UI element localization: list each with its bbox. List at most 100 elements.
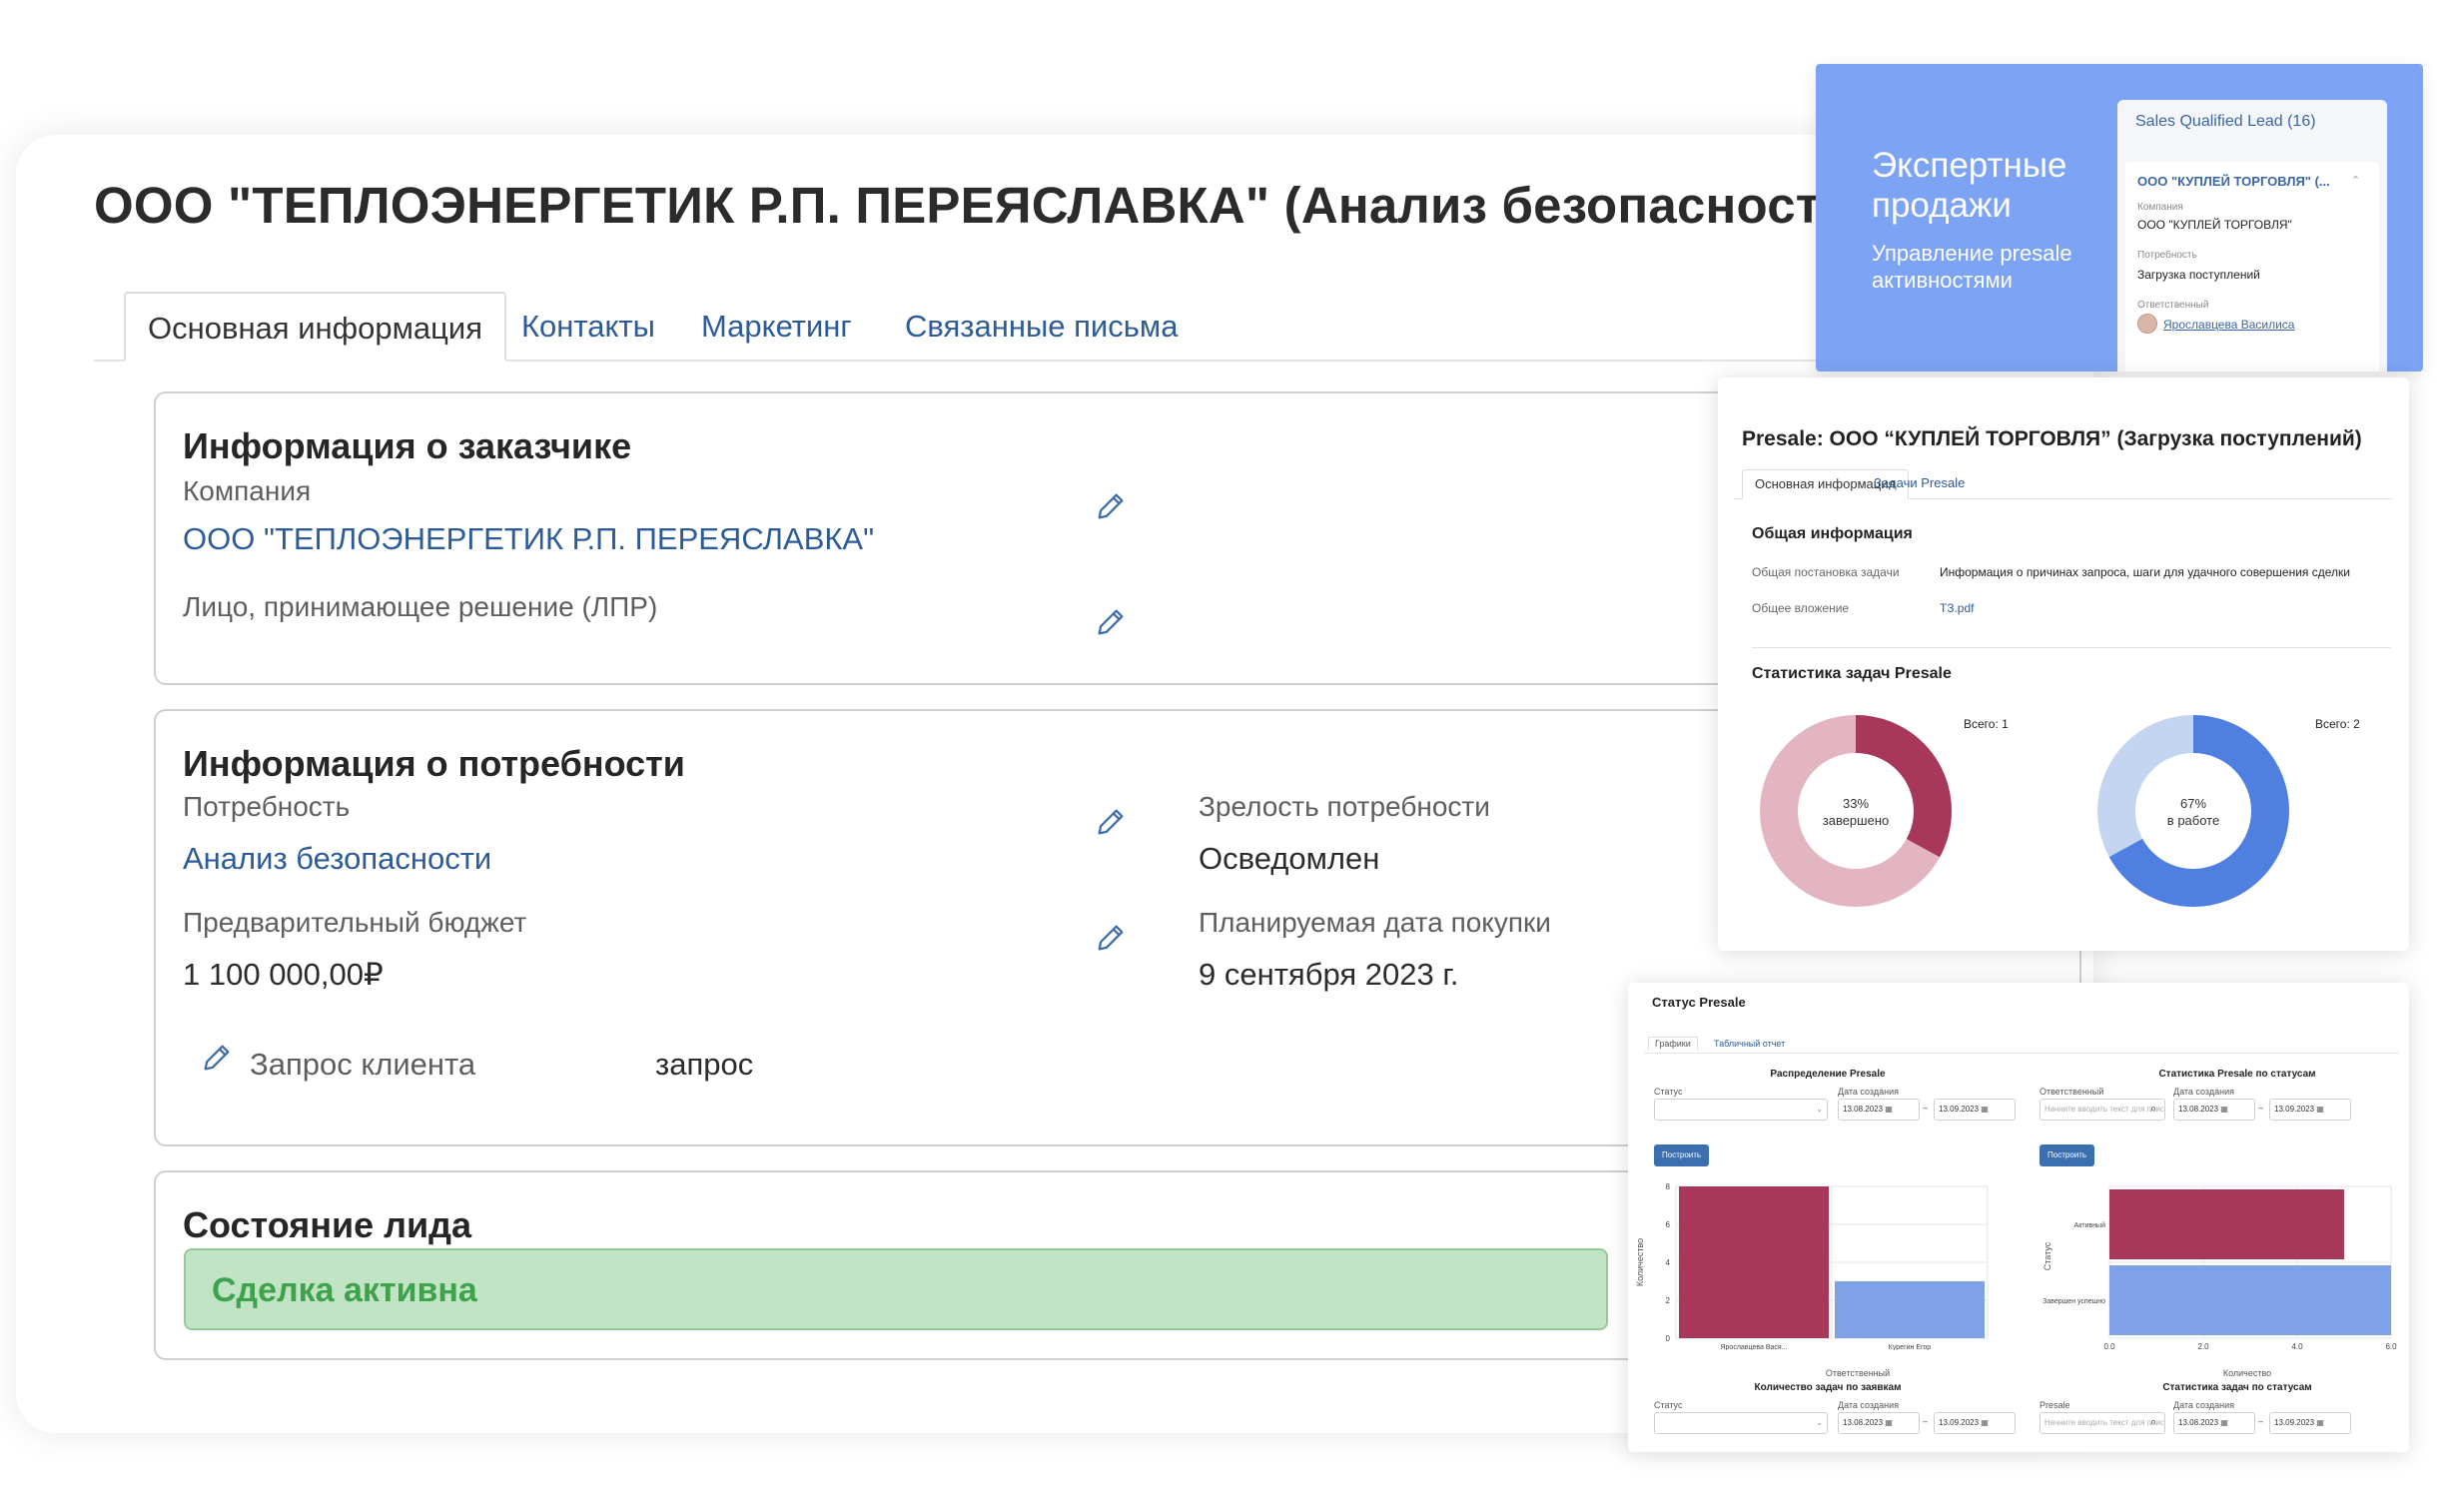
budget-label: Предварительный бюджет — [183, 907, 527, 938]
sql-column-title: Sales Qualified Lead (16) — [2135, 113, 2316, 130]
maturity-value: Осведомлен — [1199, 841, 1380, 876]
sql-owner-link[interactable]: Ярославцева Василиса — [2163, 318, 2294, 332]
presale-stats-title: Статистика задач Presale — [1752, 665, 1952, 682]
donut-completed-caption: завершено — [1822, 813, 1890, 828]
tasks-by-request-status-select[interactable]: ⌄ — [1654, 1412, 1828, 1434]
promo-title: Экспертные продажи — [1872, 146, 2067, 225]
tab-table-report[interactable]: Табличный отчет — [1714, 1039, 1785, 1049]
donut-completed-percent: 33% — [1842, 796, 1870, 811]
need-link[interactable]: Анализ безопасности — [183, 841, 491, 877]
edit-need-icon[interactable] — [1094, 805, 1128, 839]
x-tick-label: Курегин Егор — [1889, 1344, 1932, 1350]
y-tick-label: 4 — [1666, 1258, 1671, 1267]
date-range-dash: – — [1923, 1103, 1929, 1113]
tasks-by-status-date-from[interactable]: 13.08.2023 ▦ — [2173, 1412, 2255, 1434]
donut-in-progress-center: 67% в работе — [2133, 795, 2253, 829]
status-stats-date-from[interactable]: 13.08.2023 ▦ — [2173, 1099, 2255, 1121]
y-tick-label: Активный — [2074, 1221, 2106, 1229]
tab-contacts[interactable]: Контакты — [499, 292, 677, 362]
tab-related-letters[interactable]: Связанные письма — [883, 292, 1200, 362]
y-tick-label: Завершен успешно — [2043, 1298, 2105, 1305]
distribution-status-label: Статус — [1654, 1087, 1683, 1097]
x-tick-label: 0.0 — [2103, 1342, 2115, 1350]
donut-completed-center: 33% завершено — [1796, 795, 1916, 829]
donut-in-progress-caption: в работе — [2166, 813, 2220, 828]
status-stats-xlabel: Количество — [2222, 1368, 2272, 1378]
sql-lead-title[interactable]: ООО "КУПЛЕЙ ТОРГОВЛЯ" (... — [2137, 174, 2342, 189]
bar — [2109, 1189, 2344, 1259]
tasks-by-request-date-from-value: 13.08.2023 — [1843, 1418, 1884, 1427]
tab-presale-tasks[interactable]: Задачи Presale — [1862, 469, 1977, 499]
distribution-ylabel: Количество — [1635, 1237, 1645, 1287]
calendar-icon: ▦ — [1981, 1105, 1989, 1114]
status-stats-owner-label: Ответственный — [2040, 1087, 2104, 1097]
y-tick-label: 8 — [1666, 1182, 1671, 1191]
presale-section-divider — [1752, 647, 2391, 648]
tasks-by-request-date-from[interactable]: 13.08.2023 ▦ — [1838, 1412, 1920, 1434]
search-icon[interactable]: ⌕ — [2150, 1103, 2156, 1116]
distribution-bar-chart: 0 2 4 6 8 Ярославцева Вася... Курегин Егор — [1666, 1182, 1989, 1350]
status-stats-date-from-value: 13.08.2023 — [2178, 1105, 2219, 1114]
tasks-by-request-date-to[interactable]: 13.09.2023 ▦ — [1934, 1412, 2016, 1434]
calendar-icon: ▦ — [1981, 1418, 1989, 1427]
presale-general-title: Общая информация — [1752, 525, 1913, 542]
client-request-label: Запрос клиента — [250, 1047, 476, 1082]
tab-marketing[interactable]: Маркетинг — [679, 292, 874, 362]
status-stats-bar-chart: 0.0 2.0 4.0 6.0 Активный Завершен успешно — [2043, 1185, 2397, 1350]
status-stats-build-button[interactable]: Построить — [2040, 1144, 2095, 1166]
x-tick-label: 4.0 — [2291, 1342, 2303, 1350]
calendar-icon: ▦ — [2316, 1418, 2324, 1427]
distribution-status-select[interactable]: ⌄ — [1654, 1099, 1828, 1121]
status-presale-title: Статус Presale — [1652, 995, 1746, 1010]
distribution-date-from[interactable]: 13.08.2023 ▦ — [1838, 1099, 1920, 1121]
distribution-date-from-value: 13.08.2023 — [1843, 1105, 1884, 1114]
y-tick-label: 2 — [1666, 1296, 1671, 1305]
edit-decision-maker-icon[interactable] — [1094, 605, 1128, 639]
edit-budget-icon[interactable] — [1094, 921, 1128, 955]
tasks-by-request-title: Количество задач по заявкам — [1754, 1382, 1902, 1393]
need-info-title: Информация о потребности — [183, 743, 685, 784]
distribution-date-label: Дата создания — [1838, 1087, 1899, 1097]
bar — [1679, 1186, 1829, 1338]
distribution-date-to[interactable]: 13.09.2023 ▦ — [1934, 1099, 2016, 1121]
tasks-by-request-date-to-value: 13.09.2023 — [1939, 1418, 1980, 1427]
distribution-build-button[interactable]: Построить — [1654, 1144, 1710, 1166]
sql-company-label: Компания — [2137, 202, 2183, 213]
x-tick-label: 6.0 — [2385, 1342, 2397, 1350]
sql-lead-card[interactable]: ООО "КУПЛЕЙ ТОРГОВЛЯ" (... ⌃ Компания ОО… — [2125, 162, 2379, 372]
status-stats-date-to[interactable]: 13.09.2023 ▦ — [2269, 1099, 2351, 1121]
calendar-icon: ▦ — [2220, 1418, 2228, 1427]
tasks-by-request-date-label: Дата создания — [1838, 1400, 1899, 1410]
promo-banner: Экспертные продажи Управление presale ак… — [1816, 64, 2423, 372]
presale-card: Presale: ООО “КУПЛЕЙ ТОРГОВЛЯ” (Загрузка… — [1718, 378, 2409, 951]
promo-subtitle: Управление presale активностями — [1872, 241, 2072, 293]
status-stats-owner-search[interactable]: Начните вводить текст для поиска — [2040, 1099, 2165, 1121]
presale-attach-link[interactable]: ТЗ.pdf — [1940, 601, 1974, 615]
sql-need-label: Потребность — [2137, 250, 2197, 261]
tasks-by-status-date-label: Дата создания — [2173, 1400, 2234, 1410]
x-tick-label: Ярославцева Вася... — [1720, 1344, 1787, 1350]
sql-need-value: Загрузка поступлений — [2137, 268, 2260, 282]
y-tick-label: 0 — [1666, 1334, 1671, 1343]
tab-main-info[interactable]: Основная информация — [124, 292, 507, 362]
y-tick-label: 6 — [1666, 1220, 1671, 1229]
presale-task-value: Информация о причинах запроса, шаги для … — [1940, 565, 2350, 579]
lead-state-title: Состояние лида — [183, 1204, 471, 1245]
distribution-date-to-value: 13.09.2023 — [1939, 1105, 1980, 1114]
presale-title: Presale: ООО “КУПЛЕЙ ТОРГОВЛЯ” (Загрузка… — [1742, 427, 2362, 450]
page-title: ООО "ТЕПЛОЭНЕРГЕТИК Р.П. ПЕРЕЯСЛАВКА" (А… — [94, 177, 1885, 234]
edit-request-icon[interactable] — [200, 1041, 234, 1075]
company-link[interactable]: ООО "ТЕПЛОЭНЕРГЕТИК Р.П. ПЕРЕЯСЛАВКА" — [183, 521, 874, 557]
date-range-dash: – — [2258, 1416, 2264, 1426]
status-stats-date-label: Дата создания — [2173, 1087, 2234, 1097]
tab-charts[interactable]: Графики — [1648, 1037, 1698, 1051]
tasks-by-status-date-to-value: 13.09.2023 — [2274, 1418, 2315, 1427]
edit-company-icon[interactable] — [1094, 489, 1128, 523]
avatar — [2137, 314, 2157, 334]
chevron-up-icon[interactable]: ⌃ — [2351, 174, 2360, 187]
tasks-by-status-presale-search[interactable]: Начните вводить текст для поиска — [2040, 1412, 2165, 1434]
tasks-by-status-date-to[interactable]: 13.09.2023 ▦ — [2269, 1412, 2351, 1434]
status-stats-ylabel: Статус — [2043, 1241, 2052, 1271]
bar — [2109, 1265, 2391, 1335]
search-icon[interactable]: ⌕ — [2150, 1416, 2156, 1429]
